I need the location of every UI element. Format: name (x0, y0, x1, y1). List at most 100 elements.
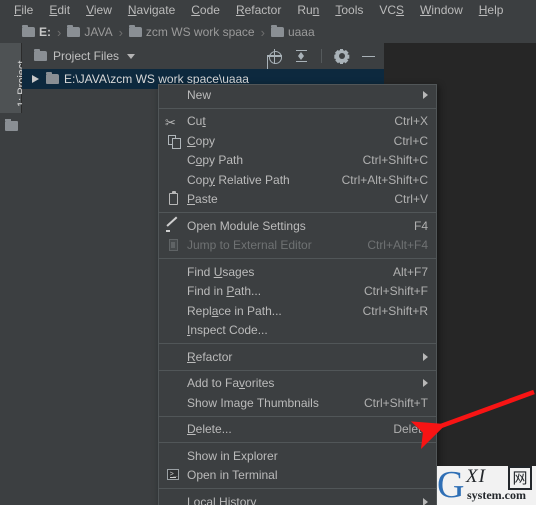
folder-icon (128, 25, 142, 37)
menu-divider (159, 415, 436, 417)
menu-item-label: Show in Explorer (187, 448, 278, 463)
menu-item-label: Refactor (187, 349, 233, 364)
watermark-logo: G XI 网 system.com (437, 466, 536, 505)
breadcrumb-item-label: zcm WS work space (145, 25, 255, 39)
submenu-arrow-icon (423, 352, 428, 361)
submenu-arrow-icon (423, 379, 428, 388)
scissors-icon: ✂ (165, 115, 176, 131)
menubar-item-tools[interactable]: Tools (327, 0, 371, 21)
menu-item-shortcut: Ctrl+Alt+F4 (367, 238, 428, 253)
breadcrumb-item[interactable]: E: (22, 25, 51, 39)
menubar-item-file[interactable]: File (6, 0, 41, 21)
idea-window: File Edit View Navigate Code Refactor Run Tools… (0, 0, 536, 505)
locate-icon[interactable] (267, 48, 282, 64)
menu-divider (159, 212, 436, 213)
no-icon (165, 495, 181, 505)
menu-item-jump-to-external-editor: Jump to External Editor Ctrl+Alt+F4 (159, 236, 436, 256)
menu-item-open-in-terminal[interactable]: >_ Open in Terminal (159, 466, 436, 486)
menu-item-delete[interactable]: Delete... Delete (159, 420, 436, 440)
no-icon (165, 304, 181, 318)
menu-item-show-in-explorer[interactable]: Show in Explorer (159, 446, 436, 466)
external-editor-icon (165, 238, 181, 252)
watermark-xi: XI (466, 466, 486, 487)
settings-gear-icon[interactable] (333, 48, 349, 64)
menu-item-refactor[interactable]: Refactor (159, 347, 436, 367)
no-icon (165, 449, 181, 463)
context-menu: New ✂ Cut Ctrl+X Copy Ctrl+C Copy Path Ctrl+Shi… (158, 84, 437, 505)
menu-item-local-history[interactable]: Local History (159, 492, 436, 505)
folder-icon (270, 25, 284, 37)
menu-item-copy-relative-path[interactable]: Copy Relative Path Ctrl+Alt+Shift+C (159, 170, 436, 190)
breadcrumb-item-label: uaaa (287, 25, 315, 39)
sidebar-tab-project[interactable]: 1: Project (0, 43, 28, 113)
watermark-letter-g: G (437, 464, 465, 505)
menu-item-label: Copy Relative Path (187, 172, 290, 187)
menu-item-new[interactable]: New (159, 85, 436, 105)
triangle-right-icon[interactable] (32, 75, 39, 83)
no-icon (165, 265, 181, 279)
menu-item-show-image-thumbnails[interactable]: Show Image Thumbnails Ctrl+Shift+T (159, 393, 436, 413)
menu-bar: File Edit View Navigate Code Refactor Run Tools… (0, 0, 536, 21)
menubar-item-code[interactable]: Code (183, 0, 228, 21)
menu-item-copy[interactable]: Copy Ctrl+C (159, 131, 436, 151)
chevron-down-icon[interactable] (127, 53, 136, 59)
menu-item-label: Copy Path (187, 153, 244, 168)
minimize-icon[interactable] (361, 49, 376, 64)
menu-item-cut[interactable]: ✂ Cut Ctrl+X (159, 112, 436, 132)
menu-item-label: Show Image Thumbnails (187, 395, 319, 410)
breadcrumb-separator: › (57, 24, 62, 40)
no-icon (165, 422, 181, 436)
folder-icon[interactable] (5, 119, 18, 131)
breadcrumb-item[interactable]: JAVA (67, 25, 113, 39)
panel-header: Project Files (22, 43, 384, 69)
menubar-item-navigate[interactable]: Navigate (120, 0, 183, 21)
menu-item-label: Copy (187, 133, 216, 148)
menu-item-shortcut: Ctrl+X (394, 114, 428, 129)
menu-item-label: New (187, 87, 212, 102)
menu-item-inspect-code[interactable]: Inspect Code... (159, 321, 436, 341)
breadcrumb-separator: › (118, 24, 123, 40)
menu-item-paste[interactable]: Paste Ctrl+V (159, 190, 436, 210)
menubar-item-window[interactable]: Window (412, 0, 471, 21)
breadcrumb-item-label: JAVA (84, 25, 113, 39)
collapse-all-icon[interactable] (294, 49, 309, 64)
menu-item-replace-in-path[interactable]: Replace in Path... Ctrl+Shift+R (159, 301, 436, 321)
menubar-item-run[interactable]: Run (289, 0, 327, 21)
paste-icon (165, 191, 181, 206)
pencil-icon (165, 219, 181, 233)
menu-item-shortcut: F4 (413, 218, 428, 233)
folder-icon (22, 25, 35, 37)
breadcrumb-item[interactable]: uaaa (270, 25, 315, 39)
divider (321, 49, 322, 63)
menu-divider (159, 343, 436, 344)
menu-divider (159, 369, 436, 371)
menu-item-shortcut: Ctrl+C (393, 133, 428, 148)
panel-title-group[interactable]: Project Files (22, 49, 136, 63)
no-icon (165, 376, 181, 390)
menubar-item-view[interactable]: View (78, 0, 120, 21)
breadcrumb-item[interactable]: zcm WS work space (128, 25, 255, 39)
menu-item-shortcut: Ctrl+V (394, 192, 428, 207)
menu-item-open-module-settings[interactable]: Open Module Settings F4 (159, 216, 436, 236)
folder-icon (34, 49, 47, 61)
menu-item-find-usages[interactable]: Find Usages Alt+F7 (159, 262, 436, 282)
menu-item-label: Local History (187, 494, 257, 505)
folder-icon (67, 25, 81, 37)
menu-item-label: Paste (187, 192, 218, 207)
menubar-item-refactor[interactable]: Refactor (228, 0, 289, 21)
menu-item-copy-path[interactable]: Copy Path Ctrl+Shift+C (159, 151, 436, 171)
menu-item-find-in-path[interactable]: Find in Path... Ctrl+Shift+F (159, 282, 436, 302)
menu-divider (159, 258, 436, 259)
menubar-item-edit[interactable]: Edit (41, 0, 78, 21)
menu-item-shortcut: Ctrl+Shift+F (363, 284, 428, 299)
menu-item-label: Replace in Path... (187, 303, 282, 318)
watermark-cn-char: 网 (508, 466, 532, 490)
menubar-item-help[interactable]: Help (471, 0, 512, 21)
submenu-arrow-icon (423, 90, 428, 99)
menu-item-add-to-favorites[interactable]: Add to Favorites (159, 374, 436, 394)
menu-item-label: Open in Terminal (187, 468, 278, 483)
menu-item-shortcut: Ctrl+Shift+R (362, 303, 428, 318)
menubar-item-vcs[interactable]: VCS (371, 0, 412, 21)
menu-item-label: Find in Path... (187, 284, 262, 299)
no-icon (165, 323, 181, 337)
